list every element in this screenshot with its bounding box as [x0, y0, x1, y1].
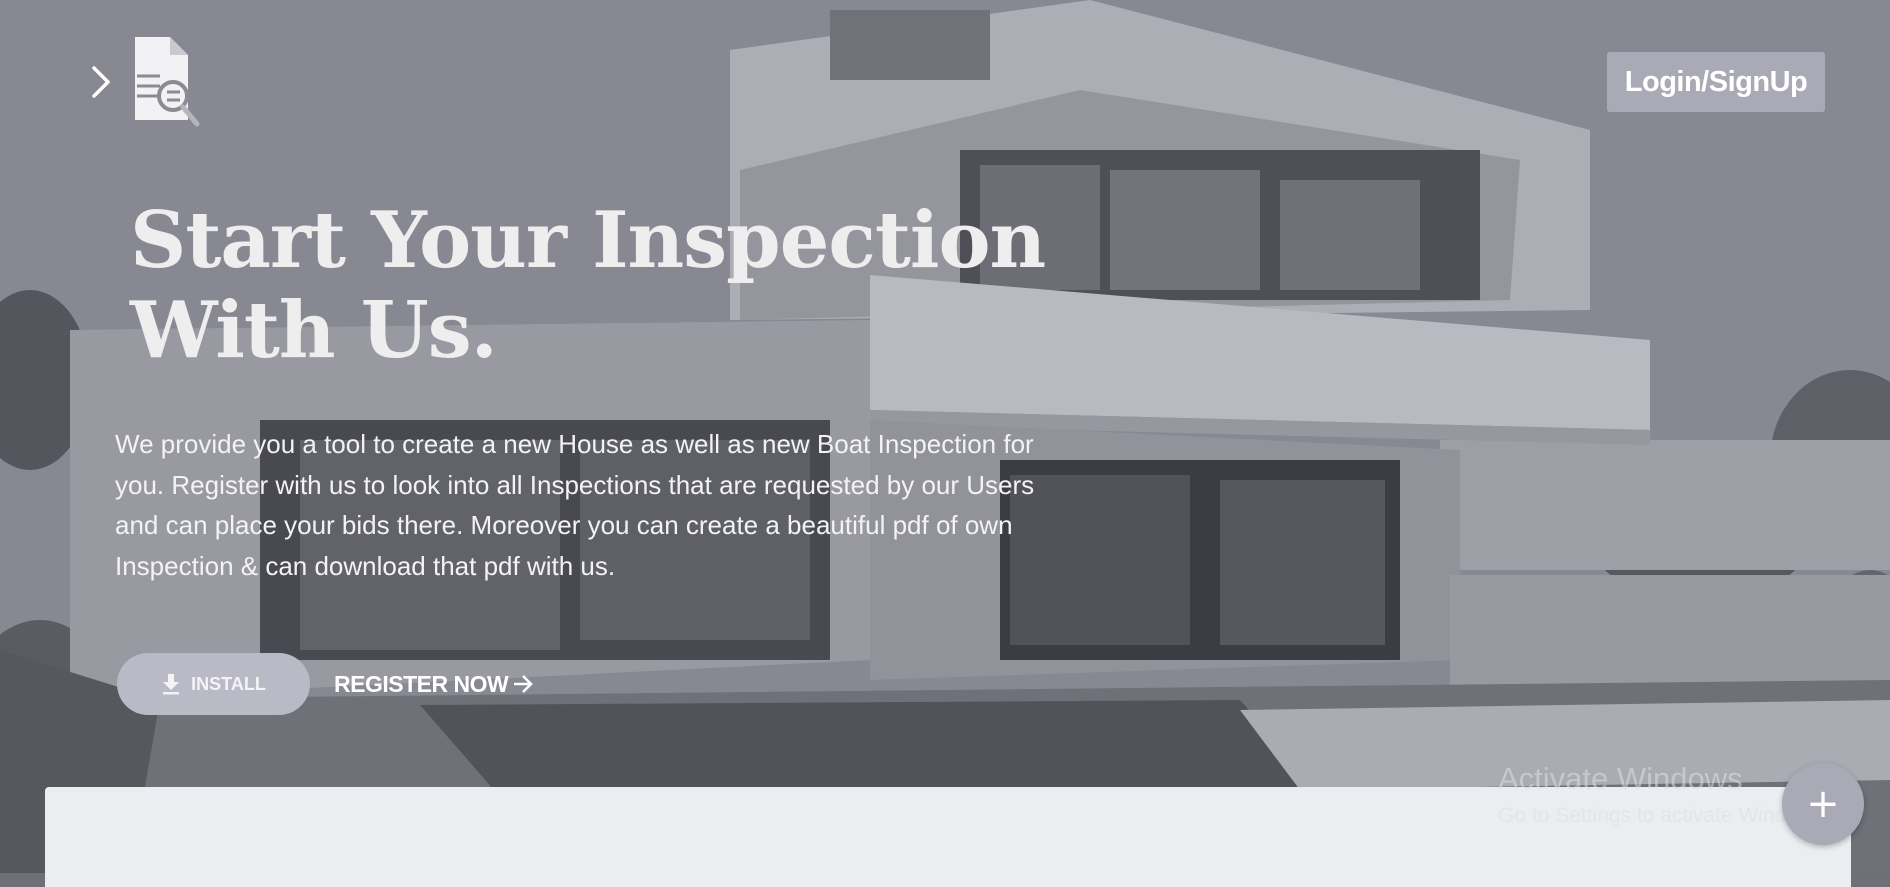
install-button[interactable]: INSTALL [117, 653, 310, 715]
hero-title: Start Your Inspection With Us. [130, 195, 1046, 376]
hero-title-line1: Start Your Inspection [130, 195, 1046, 286]
register-label: REGISTER NOW [334, 670, 509, 697]
document-search-icon [135, 37, 200, 127]
install-label: INSTALL [191, 673, 266, 694]
register-now-link[interactable]: REGISTER NOW [334, 667, 534, 701]
arrow-right-icon [514, 675, 534, 693]
hero-title-line2: With Us. [130, 285, 498, 376]
activate-windows-watermark: Activate Windows Go to Settings to activ… [1498, 760, 1830, 830]
menu-toggle-button[interactable] [86, 62, 116, 102]
download-icon [163, 674, 180, 695]
hero-description: We provide you a tool to create a new Ho… [115, 429, 1035, 581]
login-signup-button[interactable]: Login/SignUp [1607, 52, 1825, 112]
logo[interactable] [130, 34, 204, 130]
watermark-title: Activate Windows [1498, 761, 1743, 796]
add-fab-button[interactable]: + [1782, 763, 1864, 845]
watermark-subtitle: Go to Settings to activate Windows. [1498, 804, 1830, 827]
plus-icon: + [1806, 781, 1840, 827]
chevron-right-icon [92, 66, 110, 98]
